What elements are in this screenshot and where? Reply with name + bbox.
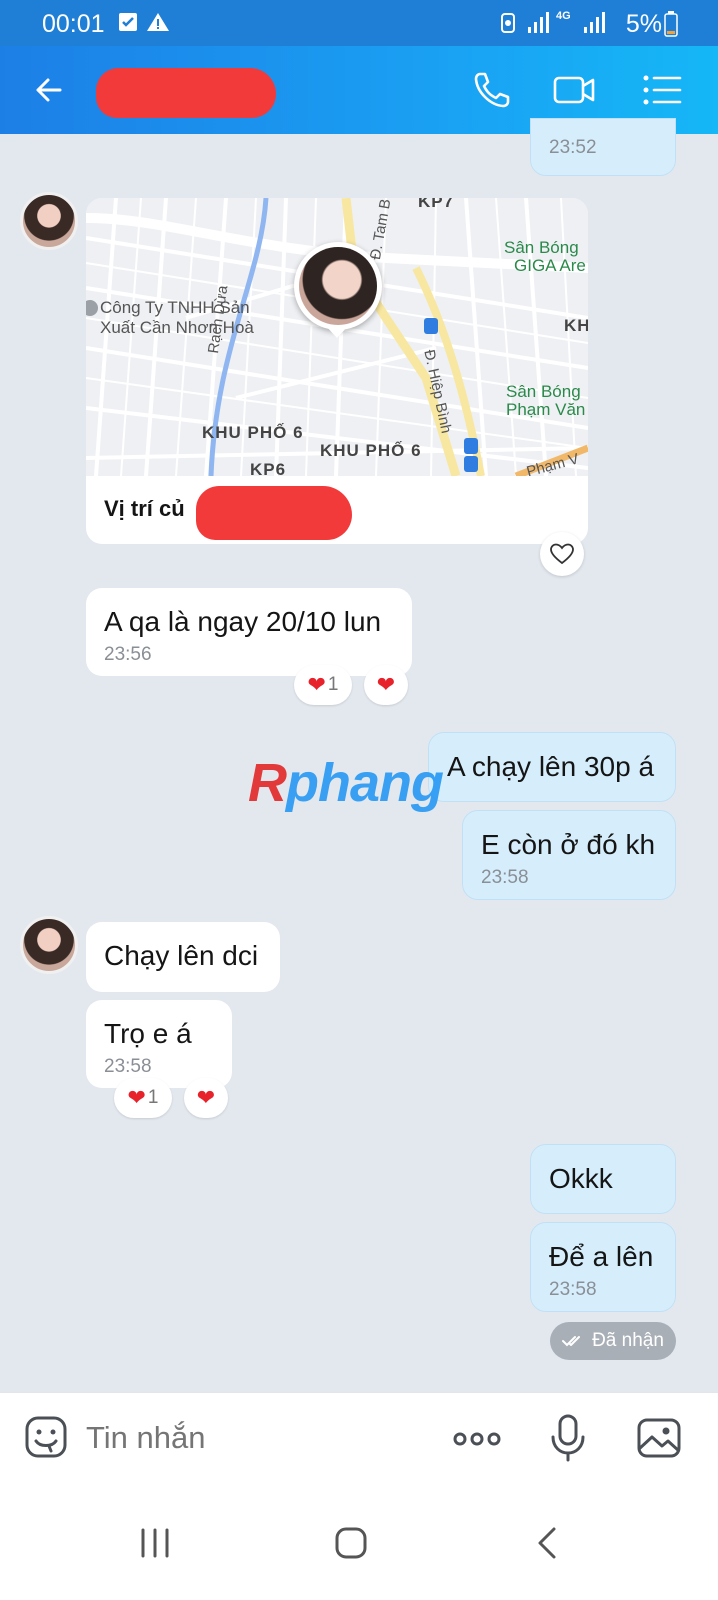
message-text: Trọ e á xyxy=(104,1018,192,1049)
heart-icon: ❤ xyxy=(307,672,326,697)
avatar[interactable] xyxy=(20,916,78,974)
message-composer xyxy=(0,1392,718,1488)
message-bubble-clipped[interactable]: 23:52 xyxy=(530,118,676,176)
watermark-logo: Rphang xyxy=(248,753,444,813)
message-text: E còn ở đó kh xyxy=(481,829,656,860)
system-navigation-bar xyxy=(0,1488,718,1600)
video-camera-icon[interactable] xyxy=(552,68,596,112)
phone-icon[interactable] xyxy=(470,68,514,112)
back-nav-icon[interactable] xyxy=(524,1518,574,1568)
map-label: Xuất Cần Nhơn Hoà xyxy=(100,318,254,337)
message-text: Okkk xyxy=(549,1163,613,1194)
signal-icon xyxy=(528,12,549,33)
heart-icon: ❤ xyxy=(376,672,396,697)
double-check-icon xyxy=(562,1336,581,1347)
sticker-emoji-icon[interactable] xyxy=(24,1415,68,1459)
message-input[interactable] xyxy=(86,1413,426,1463)
react-button[interactable]: ❤ xyxy=(364,665,408,705)
message-time: 23:56 xyxy=(104,644,152,665)
status-time: 00:01 xyxy=(42,10,105,38)
message-time: 23:58 xyxy=(481,867,529,888)
message-bubble-incoming[interactable]: Trọ e á 23:58 xyxy=(86,1000,232,1088)
battery-level: 5% xyxy=(625,10,662,38)
message-text: Chạy lên dci xyxy=(104,940,259,971)
map-label: Phạm Văn xyxy=(506,400,586,419)
reaction-count: 1 xyxy=(147,1087,159,1108)
map-label: KHU PHỐ 6 xyxy=(202,423,304,442)
location-map[interactable]: Công Ty TNHH Sản Xuất Cần Nhơn Hoà Rạch … xyxy=(86,198,588,476)
map-label: KP7 xyxy=(418,198,455,211)
delivery-status-badge: Đã nhận xyxy=(550,1322,676,1360)
message-bubble-incoming[interactable]: Chạy lên dci xyxy=(86,922,280,992)
reaction-summary[interactable]: ❤ 1 xyxy=(294,665,352,705)
message-bubble-outgoing[interactable]: Để a lên 23:58 xyxy=(530,1222,676,1312)
map-label: GIGA Are xyxy=(514,256,586,275)
pin-pointer-icon xyxy=(326,326,348,338)
message-bubble-incoming[interactable]: A qa là ngay 20/10 lun 23:56 xyxy=(86,588,412,676)
map-label: Sân Bóng xyxy=(504,238,579,257)
reaction-summary[interactable]: ❤ 1 xyxy=(114,1078,172,1118)
map-label: KH xyxy=(564,316,588,335)
message-bubble-outgoing[interactable]: Okkk xyxy=(530,1144,676,1214)
delivery-status-text: Đã nhận xyxy=(592,1330,664,1351)
react-button[interactable]: ❤ xyxy=(184,1078,228,1118)
heart-outline-icon xyxy=(550,543,574,565)
message-text: Để a lên xyxy=(549,1241,654,1272)
recent-apps-icon[interactable] xyxy=(130,1518,180,1568)
home-icon[interactable] xyxy=(326,1518,376,1568)
message-text: A qa là ngay 20/10 lun xyxy=(104,606,382,637)
map-label: KP6 xyxy=(250,460,287,476)
message-bubble-outgoing[interactable]: E còn ở đó kh 23:58 xyxy=(462,810,676,900)
location-card[interactable]: Công Ty TNHH Sản Xuất Cần Nhơn Hoà Rạch … xyxy=(86,198,588,544)
data-saver-icon xyxy=(501,13,515,33)
message-bubble-outgoing[interactable]: A chạy lên 30p á xyxy=(428,732,676,802)
list-menu-icon[interactable] xyxy=(640,68,684,112)
message-time: 23:58 xyxy=(104,1056,152,1077)
avatar[interactable] xyxy=(20,192,78,250)
battery-icon xyxy=(664,11,678,37)
message-time: 23:52 xyxy=(549,137,597,158)
network-type-label: 4G xyxy=(556,10,571,22)
map-label: Sân Bóng xyxy=(506,382,581,401)
status-bar: 00:01 4G 5% xyxy=(0,0,718,46)
reaction-count: 1 xyxy=(327,674,339,695)
heart-icon: ❤ xyxy=(196,1085,216,1110)
more-options-icon[interactable] xyxy=(452,1419,502,1459)
like-button[interactable] xyxy=(540,532,584,576)
message-time: 23:58 xyxy=(549,1279,597,1300)
image-gallery-icon[interactable] xyxy=(636,1415,682,1461)
avatar xyxy=(299,247,377,325)
heart-icon: ❤ xyxy=(127,1085,146,1110)
message-text: A chạy lên 30p á xyxy=(447,751,655,782)
location-pin-avatar xyxy=(294,242,382,330)
map-label: KHU PHỐ 6 xyxy=(320,441,422,460)
microphone-icon[interactable] xyxy=(546,1413,590,1463)
location-caption: Vị trí củ xyxy=(104,496,185,521)
caption-redacted xyxy=(196,486,352,540)
contact-name-redacted[interactable] xyxy=(96,68,276,118)
warning-icon xyxy=(147,13,169,31)
signal-icon-2 xyxy=(584,12,605,33)
arrow-left-icon[interactable] xyxy=(30,68,74,112)
checkbox-notification-icon xyxy=(119,13,137,31)
